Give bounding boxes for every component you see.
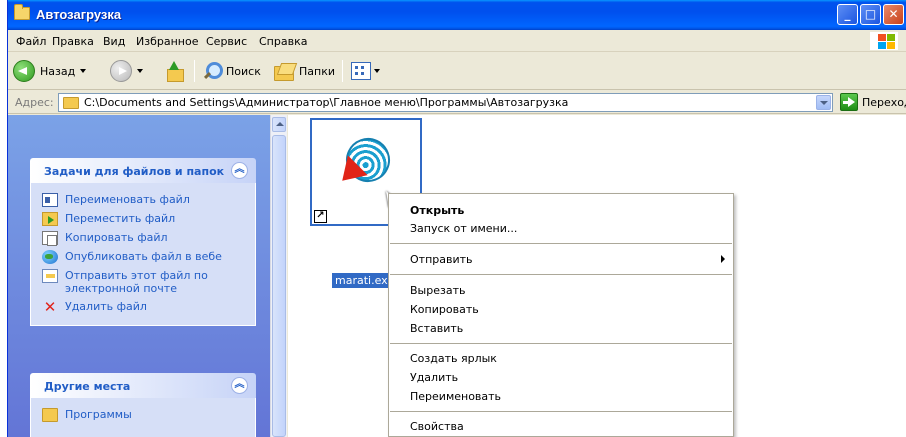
other-places-body: Программы <box>30 398 256 437</box>
window-title: Автозагрузка <box>36 7 122 22</box>
chevron-down-icon <box>80 69 87 73</box>
folders-label: Папки <box>299 64 335 78</box>
copy-icon <box>42 231 58 246</box>
file-tasks-panel: Задачи для файлов и папок ︽ Переименоват… <box>30 158 256 326</box>
menu-separator <box>390 411 732 412</box>
place-label: Программы <box>65 408 132 421</box>
toolbar: Назад Поиск Папки <box>8 52 906 90</box>
task-label: Копировать файл <box>65 231 168 244</box>
go-arrow-icon <box>840 93 858 111</box>
rename-icon <box>42 193 58 207</box>
file-tasks-body: Переименовать файл Переместить файл Копи… <box>30 183 256 326</box>
windows-logo-icon <box>870 32 898 50</box>
ctx-run-as[interactable]: Запуск от имени... <box>410 222 517 235</box>
address-bar: Адрес: C:\Documents and Settings\Админис… <box>8 90 906 114</box>
ctx-cut[interactable]: Вырезать <box>410 284 465 297</box>
ctx-send-to[interactable]: Отправить <box>410 253 473 266</box>
task-label: Отправить этот файл по электронной почте <box>65 269 208 295</box>
folder-icon <box>14 4 30 20</box>
file-name-label[interactable]: marati.ex <box>332 273 391 288</box>
scroll-thumb[interactable] <box>272 135 286 437</box>
toolbar-separator <box>194 60 195 82</box>
submenu-arrow-icon <box>721 255 725 263</box>
menu-view[interactable]: Вид <box>103 35 125 48</box>
search-label: Поиск <box>226 64 261 78</box>
task-pane-scrollbar[interactable] <box>270 115 287 437</box>
ctx-properties[interactable]: Свойства <box>410 420 464 433</box>
address-label: Адрес: <box>15 96 54 109</box>
other-places-title: Другие места <box>44 380 131 393</box>
task-email-file[interactable]: Отправить этот файл по электронной почте <box>42 269 222 295</box>
other-places-panel: Другие места ︽ Программы <box>30 373 256 437</box>
folder-icon <box>42 408 58 422</box>
up-folder-button[interactable] <box>165 58 184 84</box>
ctx-create-shortcut[interactable]: Создать ярлык <box>410 352 497 365</box>
collapse-chevron-icon[interactable]: ︽ <box>231 162 248 179</box>
task-publish-web[interactable]: Опубликовать файл в вебе <box>42 250 255 264</box>
file-tasks-title: Задачи для файлов и папок <box>44 165 225 178</box>
title-bar[interactable]: Автозагрузка _ □ ✕ <box>8 0 906 30</box>
task-delete-file[interactable]: ✕ Удалить файл <box>42 298 255 316</box>
menu-separator <box>390 274 732 275</box>
close-button[interactable]: ✕ <box>883 4 904 25</box>
address-path: C:\Documents and Settings\Администратор\… <box>84 96 569 109</box>
menu-bar: Файл Правка Вид Избранное Сервис Справка <box>8 30 906 52</box>
menu-file[interactable]: Файл <box>16 35 46 48</box>
minimize-button[interactable]: _ <box>837 4 858 25</box>
go-button[interactable]: Переход <box>840 93 906 111</box>
chevron-down-icon <box>137 69 143 73</box>
menu-edit[interactable]: Правка <box>52 35 94 48</box>
maximize-button[interactable]: □ <box>860 4 881 25</box>
scroll-up-button[interactable] <box>272 117 286 132</box>
other-places-header[interactable]: Другие места ︽ <box>30 373 256 398</box>
task-label: Переместить файл <box>65 212 176 225</box>
file-tasks-header[interactable]: Задачи для файлов и папок ︽ <box>30 158 256 183</box>
forward-arrow-icon <box>110 60 132 82</box>
forward-button[interactable] <box>110 58 143 84</box>
ctx-open[interactable]: Открыть <box>410 204 464 217</box>
views-button[interactable] <box>351 58 380 84</box>
views-icon <box>351 62 371 80</box>
context-menu: Открыть Запуск от имени... Отправить Выр… <box>388 193 734 437</box>
address-input[interactable]: C:\Documents and Settings\Администратор\… <box>58 93 833 112</box>
place-programs[interactable]: Программы <box>42 408 255 422</box>
address-dropdown-button[interactable] <box>816 95 831 110</box>
toolbar-separator <box>342 60 343 82</box>
task-move-file[interactable]: Переместить файл <box>42 212 255 226</box>
task-label: Переименовать файл <box>65 193 190 206</box>
up-folder-icon <box>165 61 184 82</box>
menu-help[interactable]: Справка <box>259 35 307 48</box>
task-label: Опубликовать файл в вебе <box>65 250 222 263</box>
folder-icon <box>63 96 79 109</box>
back-label: Назад <box>40 64 76 78</box>
back-button[interactable]: Назад <box>13 58 87 84</box>
folders-button[interactable]: Папки <box>273 58 335 84</box>
task-pane: Задачи для файлов и папок ︽ Переименоват… <box>8 115 270 437</box>
ctx-rename[interactable]: Переименовать <box>410 390 501 403</box>
ctx-copy[interactable]: Копировать <box>410 303 479 316</box>
menu-separator <box>390 343 732 344</box>
search-button[interactable]: Поиск <box>202 58 261 84</box>
folders-icon <box>273 62 295 81</box>
web-publish-icon <box>42 250 58 264</box>
go-label: Переход <box>862 95 906 109</box>
collapse-chevron-icon[interactable]: ︽ <box>231 377 248 394</box>
menu-favorites[interactable]: Избранное <box>136 35 198 48</box>
ctx-delete[interactable]: Удалить <box>410 371 458 384</box>
shortcut-arrow-icon: ↗ <box>314 210 327 223</box>
ctx-paste[interactable]: Вставить <box>410 322 463 335</box>
chevron-down-icon <box>374 69 380 73</box>
menu-tools[interactable]: Сервис <box>206 35 247 48</box>
move-icon <box>42 212 58 226</box>
search-icon <box>202 61 223 81</box>
task-copy-file[interactable]: Копировать файл <box>42 231 255 246</box>
task-rename-file[interactable]: Переименовать файл <box>42 193 255 207</box>
delete-icon: ✕ <box>43 298 57 316</box>
task-label: Удалить файл <box>65 300 147 313</box>
back-arrow-icon <box>13 60 35 82</box>
menu-separator <box>390 243 732 244</box>
application-icon <box>332 131 397 191</box>
mail-icon <box>42 269 58 283</box>
